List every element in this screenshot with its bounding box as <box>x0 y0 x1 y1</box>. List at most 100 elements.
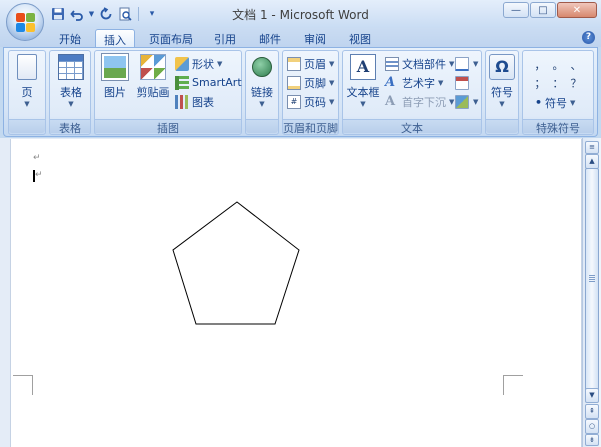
page-number-button[interactable]: # 页码 ▼ <box>287 93 334 110</box>
chevron-down-icon: ▼ <box>438 78 444 87</box>
links-button[interactable]: 链接 ▼ <box>248 54 276 108</box>
group-header-footer: 页眉 ▼ 页脚 ▼ # 页码 ▼ 页眉和页脚 <box>282 50 339 135</box>
special-symbol-dropdown[interactable]: • 符号 ▼ <box>535 94 575 111</box>
clipart-button[interactable]: 剪贴画 <box>135 54 171 100</box>
tab-home[interactable]: 开始 <box>50 29 90 47</box>
pages-button[interactable]: 页 ▼ <box>11 54 43 108</box>
quick-parts-button[interactable]: 文档部件 ▼ <box>385 55 454 72</box>
symbol-question[interactable]: ？ <box>567 75 585 93</box>
window-controls: — □ ✕ <box>503 2 597 18</box>
group-illustrations: 图片 剪贴画 形状 ▼ SmartArt 图表 插图 <box>94 50 242 135</box>
tab-mailings[interactable]: 邮件 <box>250 29 290 47</box>
smartart-button-label: SmartArt <box>192 76 242 89</box>
textbox-button[interactable]: A 文本框 ▼ <box>345 54 381 108</box>
chevron-down-icon: ▼ <box>570 98 576 107</box>
pentagon-shape[interactable] <box>171 201 301 327</box>
symbol-semicolon[interactable]: ； <box>531 75 549 93</box>
chevron-down-icon: ▼ <box>24 100 30 108</box>
chevron-down-icon: ▼ <box>449 97 455 106</box>
date-time-button[interactable] <box>455 74 472 91</box>
group-label-illustrations: 插图 <box>95 119 241 135</box>
chevron-down-icon: ▼ <box>68 100 74 108</box>
pages-button-label: 页 <box>21 86 33 99</box>
ruler-icon[interactable]: ≡ <box>585 141 599 154</box>
clipart-icon <box>140 54 166 80</box>
chevron-down-icon: ▼ <box>329 78 335 87</box>
group-label-pages <box>9 119 45 133</box>
special-symbol-dropdown-label: 符号 <box>545 96 568 110</box>
smartart-button[interactable]: SmartArt <box>175 74 242 91</box>
header-button[interactable]: 页眉 ▼ <box>287 55 334 72</box>
clipart-button-label: 剪贴画 <box>136 86 170 99</box>
signature-line-icon <box>455 56 469 71</box>
group-label-symbols <box>486 119 518 133</box>
document-area: ↵ ↵ <box>0 138 601 447</box>
shapes-icon <box>175 56 189 71</box>
chevron-down-icon: ▼ <box>329 97 335 106</box>
symbol-colon[interactable]: ： <box>549 75 567 93</box>
minimize-button[interactable]: — <box>503 2 529 18</box>
page-number-button-label: 页码 <box>304 95 326 109</box>
symbol-enumeration-comma[interactable]: 、 <box>567 57 585 75</box>
tab-page-layout[interactable]: 页面布局 <box>140 29 202 47</box>
tab-references[interactable]: 引用 <box>205 29 245 47</box>
chevron-down-icon: ▼ <box>217 59 223 68</box>
table-button[interactable]: 表格 ▼ <box>54 54 88 108</box>
footer-icon <box>287 75 301 90</box>
table-button-label: 表格 <box>60 86 82 99</box>
quick-parts-button-label: 文档部件 <box>402 57 446 71</box>
chevron-down-icon: ▼ <box>499 100 505 108</box>
next-page-button[interactable]: ⇟ <box>585 434 599 446</box>
dropcap-button[interactable]: A 首字下沉 ▼ <box>385 93 454 110</box>
symbol-period[interactable]: 。 <box>549 57 567 75</box>
ribbon-tabs: 开始 插入 页面布局 引用 邮件 审阅 视图 ? <box>0 28 601 47</box>
page-icon <box>17 54 37 80</box>
group-text: A 文本框 ▼ 文档部件 ▼ A 艺术字 ▼ A 首字下沉 ▼ ▼ ▼ 文本 <box>342 50 482 135</box>
smartart-icon <box>175 75 189 90</box>
office-button[interactable] <box>6 3 44 41</box>
chevron-down-icon: ▼ <box>473 59 479 68</box>
quick-parts-icon <box>385 56 399 71</box>
previous-page-button[interactable]: ⇞ <box>585 404 599 419</box>
header-button-label: 页眉 <box>304 57 326 71</box>
text-cursor <box>33 170 35 182</box>
textbox-button-label: 文本框 <box>346 86 380 99</box>
vertical-scrollbar[interactable]: ≡ ▲ ▼ ⇞ ○ ⇟ <box>582 138 601 447</box>
margin-crop-mark-right <box>503 375 523 395</box>
ribbon-insert: 页 ▼ 表格 ▼ 表格 图片 剪贴画 形状 ▼ SmartArt 图表 插图 链… <box>3 47 598 137</box>
symbol-button-label: 符号 <box>491 86 513 99</box>
wordart-button[interactable]: A 艺术字 ▼ <box>385 74 443 91</box>
bullet-icon: • <box>535 96 543 109</box>
date-time-icon <box>455 75 469 90</box>
header-icon <box>287 56 301 71</box>
maximize-button[interactable]: □ <box>530 2 556 18</box>
insert-object-button[interactable]: ▼ <box>455 93 478 110</box>
shapes-button[interactable]: 形状 ▼ <box>175 55 222 72</box>
chevron-down-icon: ▼ <box>360 100 366 108</box>
close-button[interactable]: ✕ <box>557 2 597 18</box>
tab-view[interactable]: 视图 <box>340 29 380 47</box>
symbol-button[interactable]: Ω 符号 ▼ <box>488 54 516 108</box>
textbox-icon: A <box>350 54 376 80</box>
signature-line-button[interactable]: ▼ <box>455 55 478 72</box>
browse-object-button[interactable]: ○ <box>585 419 599 434</box>
wordart-button-label: 艺术字 <box>402 76 435 90</box>
scroll-up-button[interactable]: ▲ <box>585 154 599 169</box>
scroll-down-button[interactable]: ▼ <box>585 388 599 403</box>
group-label-links <box>246 119 278 133</box>
scrollbar-thumb[interactable] <box>585 168 599 396</box>
picture-button[interactable]: 图片 <box>99 53 131 100</box>
help-icon[interactable]: ? <box>582 31 595 44</box>
document-page[interactable]: ↵ ↵ <box>10 139 582 447</box>
symbol-comma[interactable]: ， <box>531 57 549 75</box>
link-icon <box>252 57 272 77</box>
group-label-text: 文本 <box>343 119 481 135</box>
office-logo-icon <box>16 13 36 33</box>
tab-review[interactable]: 审阅 <box>295 29 335 47</box>
dropcap-icon: A <box>385 93 396 109</box>
footer-button[interactable]: 页脚 ▼ <box>287 74 334 91</box>
scrollbar-grip-icon <box>589 275 595 283</box>
chart-button[interactable]: 图表 <box>175 93 214 110</box>
tab-insert[interactable]: 插入 <box>95 29 135 47</box>
chart-button-label: 图表 <box>192 95 214 109</box>
